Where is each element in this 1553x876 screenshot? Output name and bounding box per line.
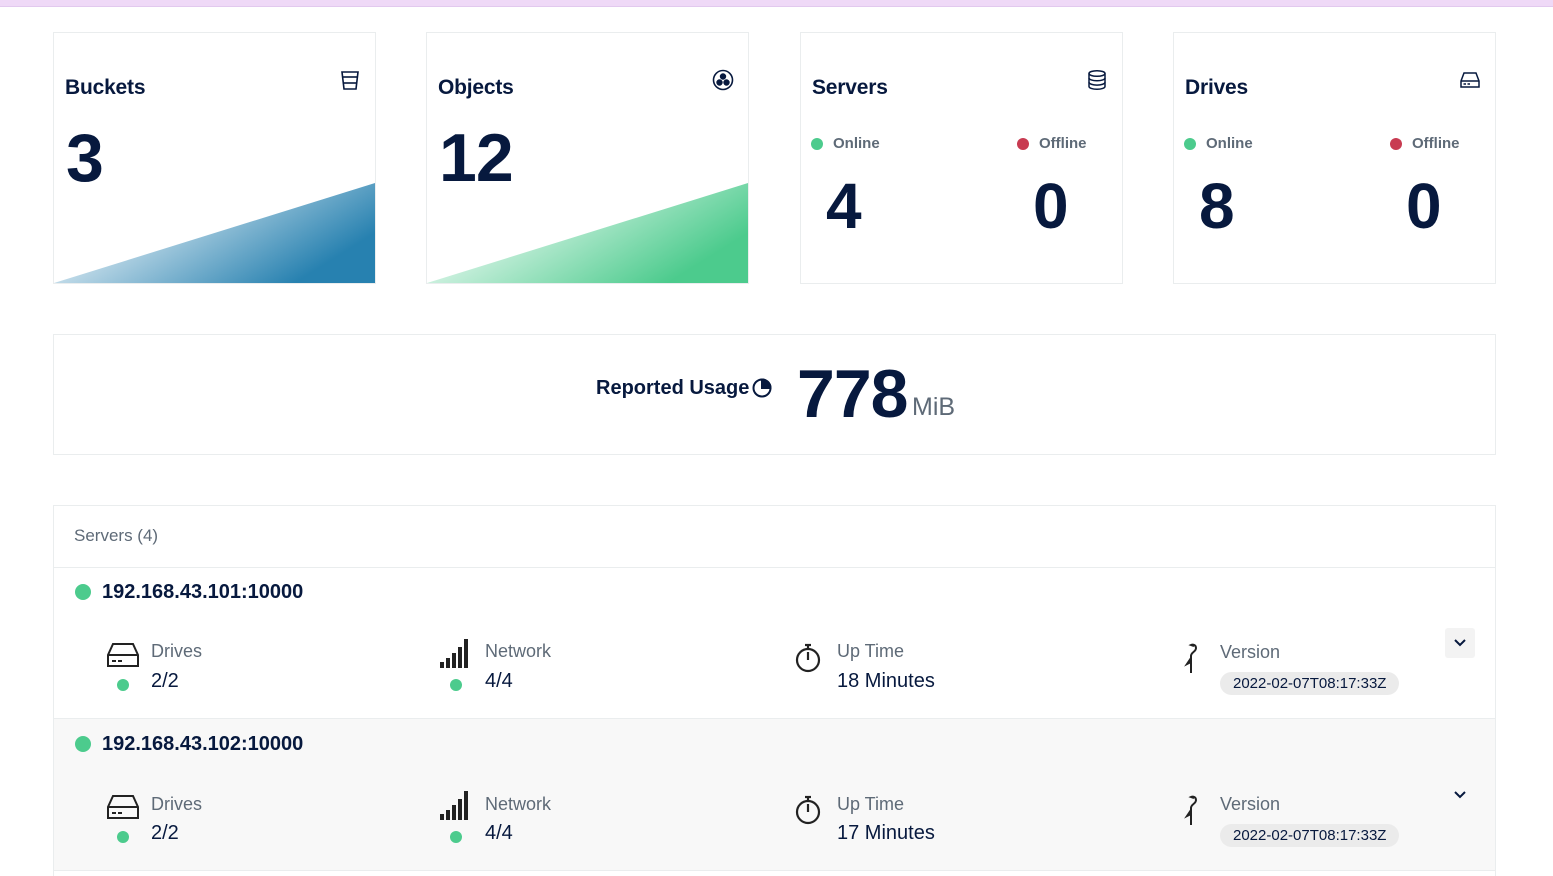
objects-card[interactable]: Objects 12 — [426, 32, 749, 284]
offline-dot — [1390, 137, 1402, 150]
minio-bird-icon — [1176, 642, 1210, 674]
chevron-down-icon — [1454, 639, 1466, 647]
drives-offline-status: Offline — [1390, 135, 1460, 152]
servers-online-count: 4 — [826, 170, 862, 242]
server-address: 192.168.43.101:10000 — [102, 581, 304, 603]
expand-button[interactable] — [1445, 628, 1475, 658]
stopwatch-icon — [791, 794, 825, 826]
uptime-value: 17 Minutes — [837, 822, 935, 844]
buckets-title: Buckets — [65, 76, 146, 99]
uptime-value: 18 Minutes — [837, 670, 935, 692]
reported-usage-value: 778 — [797, 356, 908, 432]
uptime-label: Up Time — [837, 641, 905, 661]
stopwatch-icon — [791, 642, 825, 674]
drives-label: Drives — [151, 641, 203, 661]
objects-icon — [712, 69, 734, 91]
objects-wedge-graphic — [427, 183, 748, 283]
network-value: 4/4 — [485, 670, 513, 692]
network-label: Network — [485, 641, 552, 661]
server-row[interactable]: 192.168.43.101:10000 Drives 2/2 Network … — [54, 567, 1495, 719]
drives-status-dot — [117, 831, 129, 843]
drives-status-dot — [117, 679, 129, 691]
top-bar — [0, 0, 1553, 7]
version-badge: 2022-02-07T08:17:33Z — [1220, 824, 1400, 847]
server-status-dot — [75, 736, 91, 752]
drives-value: 2/2 — [151, 670, 179, 692]
network-status-dot — [450, 831, 462, 843]
servers-offline-status: Offline — [1017, 135, 1087, 152]
drive-icon — [106, 639, 140, 671]
servers-title: Servers — [812, 76, 888, 99]
offline-dot — [1017, 137, 1029, 150]
drives-online-status: Online — [1184, 135, 1253, 152]
expand-button[interactable] — [1445, 780, 1475, 810]
servers-card[interactable]: Servers Online Offline 4 0 — [800, 32, 1123, 284]
servers-offline-count: 0 — [1033, 170, 1069, 242]
server-status-dot — [75, 584, 91, 600]
reported-usage-panel: Reported Usage 778 MiB — [53, 334, 1496, 455]
server-row[interactable]: 192.168.43.102:10000 Drives 2/2 Network … — [54, 719, 1495, 871]
server-address: 192.168.43.102:10000 — [102, 733, 304, 755]
online-dot — [1184, 137, 1196, 150]
buckets-wedge-graphic — [54, 183, 375, 283]
drives-card[interactable]: Drives Online Offline 8 0 — [1173, 32, 1496, 284]
network-signal-icon — [439, 789, 473, 821]
servers-list-header: Servers (4) — [54, 506, 1495, 568]
uptime-label: Up Time — [837, 794, 905, 814]
servers-offline-label: Offline — [1039, 135, 1087, 152]
drives-online-count: 8 — [1199, 170, 1235, 242]
version-label: Version — [1220, 794, 1281, 814]
database-icon — [1086, 69, 1108, 91]
servers-list-panel: Servers (4) 192.168.43.101:10000 Drives … — [53, 505, 1496, 876]
network-label: Network — [485, 794, 552, 814]
reported-usage-label: Reported Usage — [596, 377, 750, 399]
servers-online-status: Online — [811, 135, 880, 152]
drives-label: Drives — [151, 794, 203, 814]
version-label: Version — [1220, 642, 1281, 662]
buckets-card[interactable]: Buckets 3 — [53, 32, 376, 284]
servers-online-label: Online — [833, 135, 880, 152]
minio-bird-icon — [1176, 794, 1210, 826]
network-signal-icon — [439, 637, 473, 669]
servers-list-title: Servers (4) — [74, 526, 159, 545]
bucket-icon — [339, 69, 361, 91]
drive-icon — [106, 791, 140, 823]
objects-title: Objects — [438, 76, 514, 99]
reported-usage-unit: MiB — [912, 393, 956, 421]
drives-offline-label: Offline — [1412, 135, 1460, 152]
drives-title: Drives — [1185, 76, 1249, 99]
drives-offline-count: 0 — [1406, 170, 1442, 242]
chevron-down-icon — [1454, 791, 1466, 799]
network-status-dot — [450, 679, 462, 691]
network-value: 4/4 — [485, 822, 513, 844]
drives-value: 2/2 — [151, 822, 179, 844]
drives-online-label: Online — [1206, 135, 1253, 152]
online-dot — [811, 137, 823, 150]
version-badge: 2022-02-07T08:17:33Z — [1220, 672, 1400, 695]
drive-icon — [1459, 69, 1481, 91]
pie-chart-icon — [751, 377, 773, 399]
